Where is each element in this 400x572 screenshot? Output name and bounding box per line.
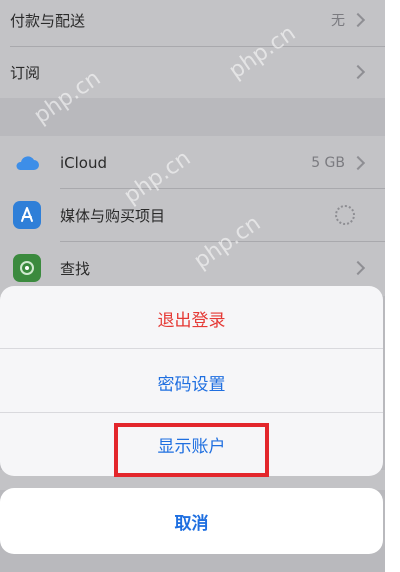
icloud-icon — [13, 149, 41, 177]
divider — [0, 412, 383, 413]
subscriptions-row[interactable]: 订阅 — [0, 46, 385, 98]
icloud-storage-value: 5 GB — [311, 155, 345, 171]
payment-row[interactable]: 付款与配送 无 — [0, 0, 385, 46]
sign-out-button[interactable]: 退出登录 — [0, 294, 383, 342]
chevron-right-icon — [350, 155, 366, 171]
services-group: iCloud 5 GB 媒体与购买项目 查找 — [0, 136, 385, 296]
loading-spinner-icon — [335, 205, 355, 225]
media-purchases-label: 媒体与购买项目 — [60, 206, 166, 225]
chevron-right-icon — [350, 260, 366, 276]
right-edge — [385, 0, 400, 572]
icloud-label: iCloud — [60, 154, 108, 172]
divider — [0, 348, 383, 349]
app-store-icon — [13, 201, 41, 229]
password-settings-button[interactable]: 密码设置 — [0, 358, 383, 406]
payment-label: 付款与配送 — [10, 11, 86, 30]
highlight-annotation-box — [114, 423, 269, 477]
media-purchases-row[interactable]: 媒体与购买项目 — [0, 189, 385, 241]
cancel-button[interactable]: 取消 — [0, 488, 383, 554]
payment-group: 付款与配送 无 订阅 — [0, 0, 385, 98]
subscriptions-label: 订阅 — [10, 63, 41, 82]
find-my-icon — [13, 254, 41, 282]
find-my-label: 查找 — [60, 259, 91, 278]
chevron-right-icon — [350, 64, 366, 80]
icloud-row[interactable]: iCloud 5 GB — [0, 137, 385, 189]
payment-value: 无 — [331, 13, 345, 29]
chevron-right-icon — [350, 12, 366, 28]
